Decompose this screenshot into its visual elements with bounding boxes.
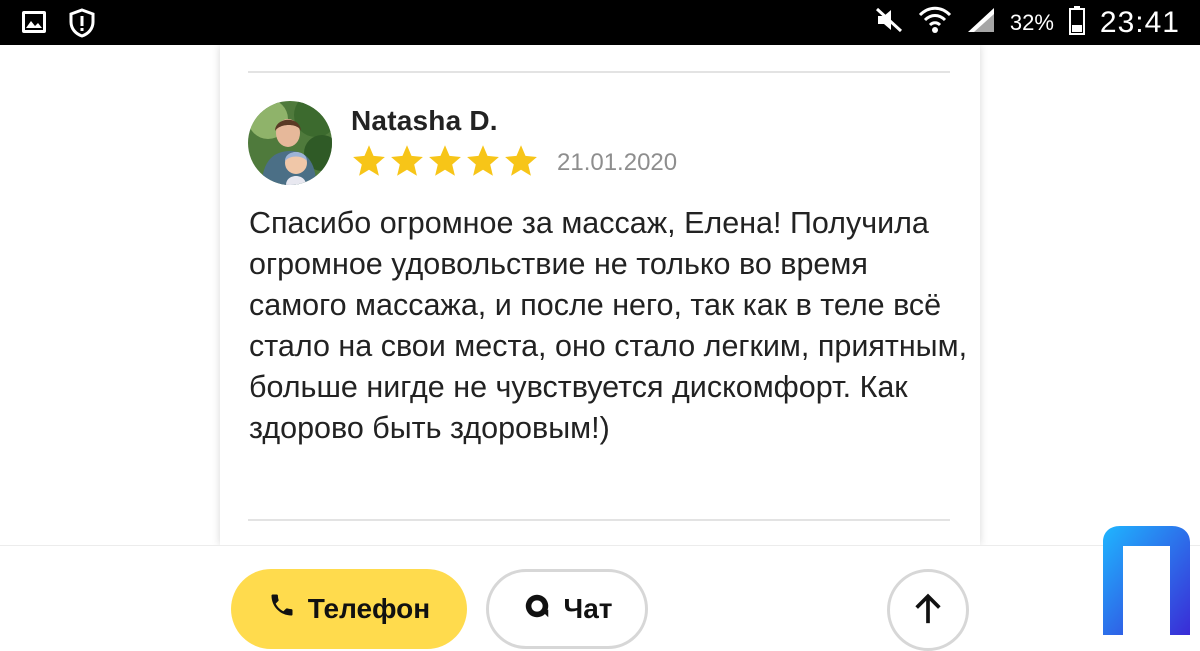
app-logo-icon bbox=[1103, 526, 1190, 635]
phone-icon bbox=[271, 594, 293, 616]
chat-button-label: Чат bbox=[563, 593, 613, 624]
review-author: Natasha D. bbox=[351, 105, 498, 136]
star-icon bbox=[429, 145, 461, 176]
signal-icon bbox=[966, 6, 996, 39]
battery-percent: 32% bbox=[1009, 9, 1054, 35]
avatar[interactable] bbox=[248, 101, 332, 185]
divider bbox=[248, 71, 950, 73]
arrow-up-icon bbox=[915, 593, 941, 624]
phone-button[interactable]: Телефон bbox=[231, 569, 467, 649]
divider bbox=[248, 519, 950, 521]
star-icon bbox=[353, 145, 385, 176]
review-card: Natasha D. 21.01.2020 Спасибо огромное з… bbox=[220, 45, 980, 545]
scroll-top-button[interactable] bbox=[887, 569, 969, 651]
star-icon bbox=[391, 145, 423, 176]
bottom-action-bar: Телефон Чат bbox=[0, 545, 1200, 651]
mute-icon bbox=[874, 6, 904, 39]
wifi-icon bbox=[918, 5, 952, 40]
review-text: Спасибо огромное за массаж, Елена! Получ… bbox=[249, 206, 968, 445]
phone-button-label: Телефон bbox=[307, 593, 431, 624]
review-date: 21.01.2020 bbox=[557, 149, 678, 176]
chat-icon bbox=[525, 594, 548, 618]
battery-icon bbox=[1068, 5, 1086, 40]
status-bar-right: 32% 23:41 bbox=[874, 0, 1180, 45]
status-bar: 32% 23:41 bbox=[0, 0, 1200, 45]
clock: 23:41 bbox=[1099, 5, 1180, 39]
chat-button[interactable]: Чат bbox=[486, 569, 648, 649]
image-notification-icon bbox=[20, 8, 48, 43]
rating-stars bbox=[351, 143, 539, 179]
status-bar-left bbox=[20, 8, 96, 43]
star-icon bbox=[505, 145, 537, 176]
star-icon bbox=[467, 145, 499, 176]
shield-alert-icon bbox=[68, 8, 96, 43]
